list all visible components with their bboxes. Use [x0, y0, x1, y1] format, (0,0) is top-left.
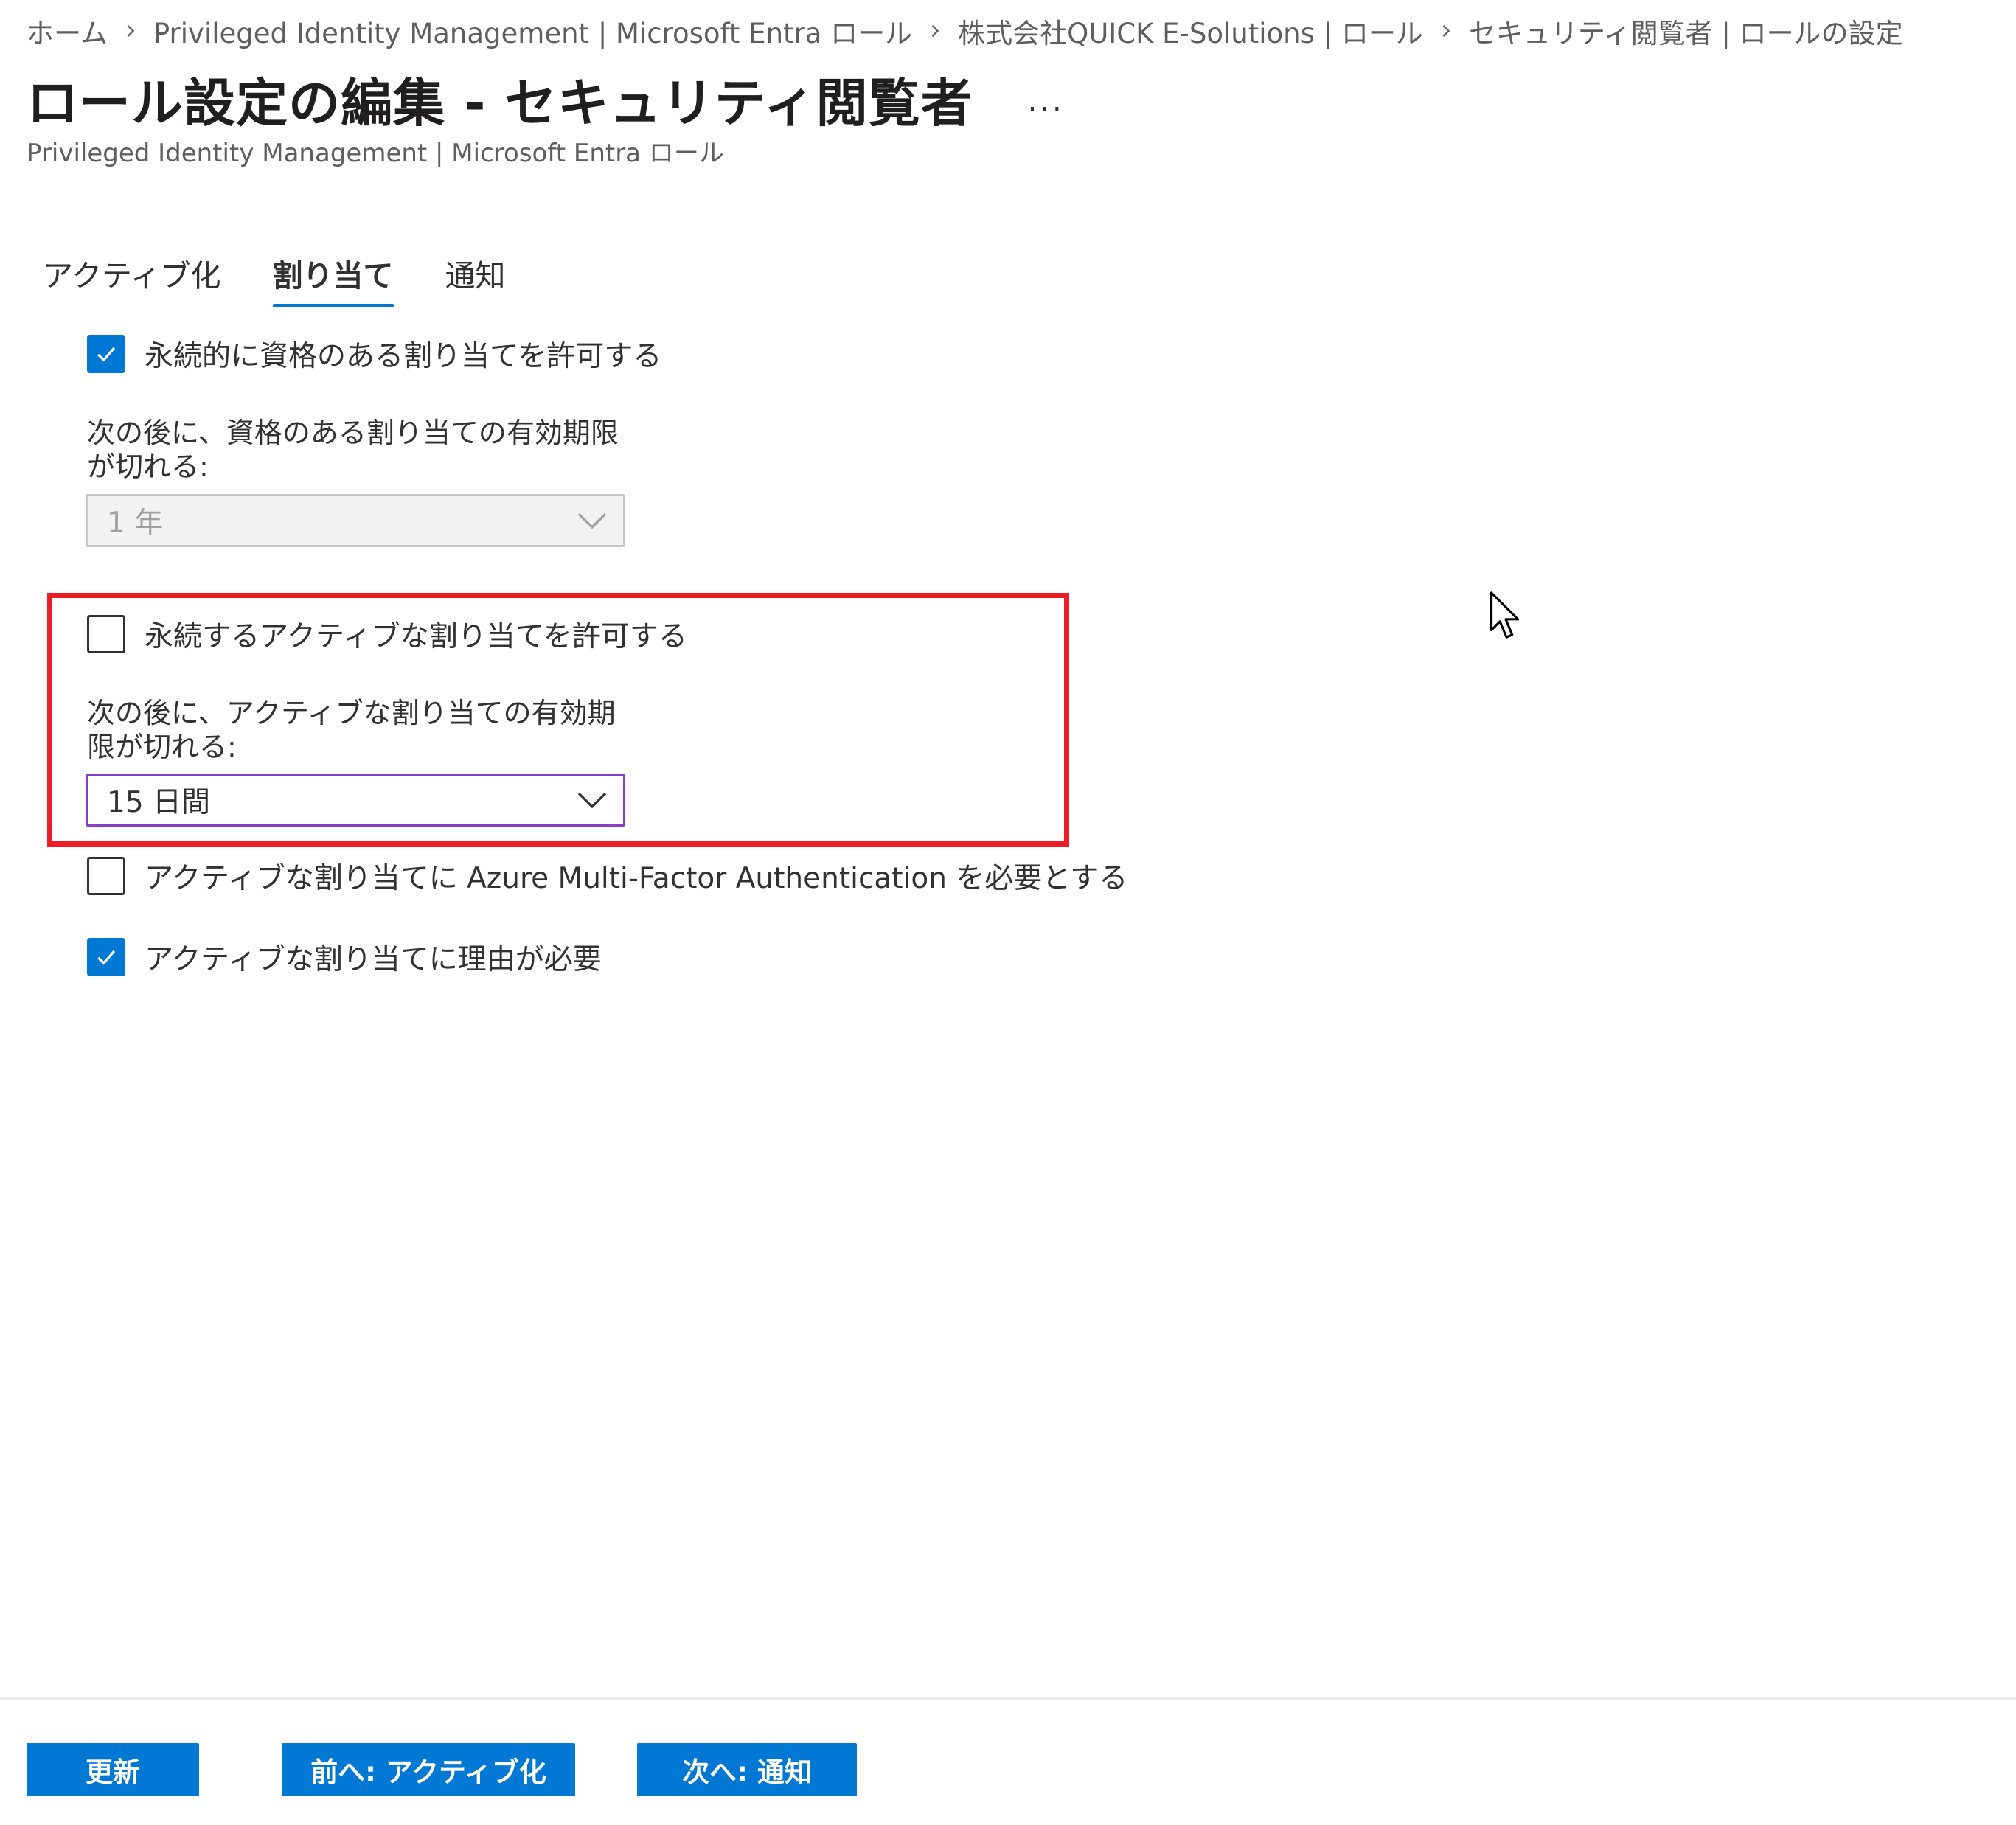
permanent-active-row: 永続するアクティブな割り当てを許可する [87, 613, 687, 655]
active-expiry-label: 次の後に、アクティブな割り当ての有効期限が切れる: [87, 697, 616, 763]
permanent-eligible-label: 永続的に資格のある割り当てを許可する [145, 340, 662, 373]
require-justification-checkbox[interactable] [87, 938, 125, 976]
eligible-expiry-label: 次の後に、資格のある割り当ての有効期限が切れる: [87, 417, 619, 483]
title-row: ロール設定の編集 - セキュリティ閲覧者 ... [27, 65, 1065, 133]
more-options-button[interactable]: ... [1028, 84, 1065, 118]
tab-bar: アクティブ化 割り当て 通知 [43, 248, 557, 310]
chevron-right-icon [108, 16, 153, 46]
breadcrumb-role-settings[interactable]: セキュリティ閲覧者 | ロールの設定 [1469, 11, 1903, 51]
active-expiry-value: 15 日間 [107, 786, 211, 819]
page-title: ロール設定の編集 - セキュリティ閲覧者 [27, 72, 973, 133]
require-justification-row: アクティブな割り当てに理由が必要 [87, 936, 602, 978]
previous-activation-button[interactable]: 前へ: アクティブ化 [282, 1743, 575, 1796]
chevron-right-icon [912, 16, 958, 46]
chevron-down-icon [577, 512, 607, 529]
require-mfa-checkbox[interactable] [87, 857, 125, 895]
breadcrumb-pim[interactable]: Privileged Identity Management | Microso… [153, 11, 912, 51]
update-button[interactable]: 更新 [27, 1743, 199, 1796]
active-expiry-dropdown[interactable]: 15 日間 [86, 774, 625, 827]
footer-divider [0, 1697, 2016, 1700]
page-subtitle: Privileged Identity Management | Microso… [27, 139, 724, 168]
tab-notification[interactable]: 通知 [445, 248, 506, 310]
require-justification-label: アクティブな割り当てに理由が必要 [145, 943, 602, 976]
require-mfa-label: アクティブな割り当てに Azure Multi-Factor Authentic… [145, 862, 1128, 895]
checkmark-icon [97, 950, 116, 965]
permanent-active-label: 永続するアクティブな割り当てを許可する [145, 620, 687, 653]
breadcrumb-roles[interactable]: 株式会社QUICK E-Solutions | ロール [958, 11, 1423, 51]
tab-activation[interactable]: アクティブ化 [43, 248, 221, 310]
permanent-eligible-row: 永続的に資格のある割り当てを許可する [87, 333, 661, 375]
mouse-pointer-icon [1490, 591, 1520, 639]
eligible-expiry-value: 1 年 [107, 507, 164, 540]
require-mfa-row: アクティブな割り当てに Azure Multi-Factor Authentic… [87, 855, 1127, 897]
eligible-expiry-dropdown: 1 年 [86, 494, 625, 547]
breadcrumb: ホーム Privileged Identity Management | Mic… [27, 10, 1903, 52]
tab-assignment[interactable]: 割り当て [272, 248, 394, 310]
permanent-active-checkbox[interactable] [87, 615, 125, 653]
breadcrumb-home[interactable]: ホーム [27, 11, 108, 51]
chevron-right-icon [1423, 16, 1469, 46]
next-notification-button[interactable]: 次へ: 通知 [637, 1743, 857, 1796]
permanent-eligible-checkbox[interactable] [87, 335, 125, 373]
chevron-down-icon [577, 792, 607, 809]
checkmark-icon [97, 347, 116, 362]
